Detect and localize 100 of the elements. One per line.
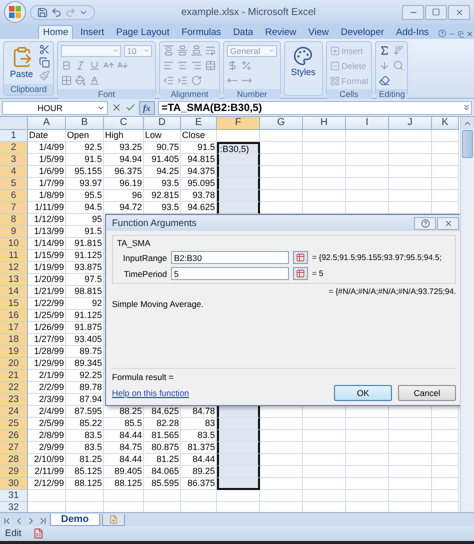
close-button[interactable]	[448, 4, 470, 20]
align-center-icon[interactable]	[177, 60, 188, 71]
sum-icon[interactable]	[379, 45, 390, 56]
row-header[interactable]: 21	[0, 370, 28, 382]
wrap-text-icon[interactable]	[205, 45, 216, 56]
formula-field[interactable]: =TA_SMA(B2:B30,5)	[158, 100, 472, 114]
row-header[interactable]: 8	[0, 214, 28, 226]
row-header[interactable]: 19	[0, 346, 28, 358]
row-header[interactable]: 9	[0, 226, 28, 238]
row-header[interactable]: 24	[0, 406, 28, 418]
decrease-decimal-icon[interactable]	[241, 75, 252, 86]
row-header[interactable]: 18	[0, 334, 28, 346]
italic-icon[interactable]	[75, 60, 86, 71]
argument-field[interactable]: 5	[171, 267, 289, 280]
dialog-button[interactable]: Cancel	[398, 385, 456, 401]
ribbon-tab[interactable]: Developer	[336, 25, 390, 39]
row-header[interactable]: 13	[0, 274, 28, 286]
column-header[interactable]: C	[104, 117, 144, 130]
row-header[interactable]: 1	[0, 130, 28, 142]
insert-function-button[interactable]: fx	[139, 100, 154, 114]
row-header[interactable]: 30	[0, 478, 28, 490]
percent-icon[interactable]	[241, 60, 252, 71]
row-header[interactable]: 32	[0, 502, 28, 512]
ribbon-tab[interactable]: Page Layout	[111, 25, 174, 39]
row-header[interactable]: 29	[0, 466, 28, 478]
column-header[interactable]: I	[346, 117, 389, 130]
minimize-button[interactable]	[402, 4, 424, 20]
name-box[interactable]: HOUR	[2, 100, 108, 114]
eraser-icon[interactable]	[379, 75, 390, 86]
row-header[interactable]: 31	[0, 490, 28, 502]
range-picker-button[interactable]	[293, 251, 308, 264]
row-header[interactable]: 26	[0, 430, 28, 442]
restore-icon[interactable]	[458, 30, 464, 39]
row-header[interactable]: 27	[0, 442, 28, 454]
maximize-button[interactable]	[425, 4, 447, 20]
row-header[interactable]: 16	[0, 310, 28, 322]
row-header[interactable]: 6	[0, 190, 28, 202]
enter-icon[interactable]	[125, 102, 136, 113]
row-header[interactable]: 3	[0, 154, 28, 166]
cut-icon[interactable]	[39, 44, 50, 55]
align-middle-icon[interactable]	[177, 45, 188, 56]
column-header[interactable]: D	[144, 117, 181, 130]
underline-icon[interactable]	[89, 60, 100, 71]
help-link[interactable]: Help on this function	[112, 388, 328, 398]
search-icon[interactable]	[393, 60, 404, 71]
sheet-tab[interactable]: Demo	[50, 514, 100, 526]
row-header[interactable]: 11	[0, 250, 28, 262]
column-header[interactable]: B	[66, 117, 104, 130]
row-header[interactable]: 20	[0, 358, 28, 370]
ribbon-tab[interactable]: Formulas	[176, 25, 226, 39]
align-right-icon[interactable]	[191, 60, 202, 71]
row-header[interactable]: 5	[0, 178, 28, 190]
align-bottom-icon[interactable]	[191, 45, 202, 56]
outdent-icon[interactable]	[163, 75, 174, 86]
fill-icon[interactable]	[379, 60, 390, 71]
row-header[interactable]: 2	[0, 142, 28, 154]
column-header[interactable]: H	[303, 117, 346, 130]
insert-sheet-tab[interactable]	[102, 514, 125, 526]
row-header[interactable]: 10	[0, 238, 28, 250]
align-top-icon[interactable]	[163, 45, 174, 56]
column-header[interactable]: J	[389, 117, 432, 130]
row-header[interactable]: 22	[0, 382, 28, 394]
dialog-button[interactable]: OK	[334, 385, 392, 401]
orientation-icon[interactable]	[191, 75, 202, 86]
scroll-thumb[interactable]	[462, 130, 473, 158]
border-icon[interactable]	[61, 75, 72, 86]
row-header[interactable]: 7	[0, 202, 28, 214]
argument-field[interactable]: B2:B30	[171, 251, 289, 264]
increase-decimal-icon[interactable]	[227, 75, 238, 86]
row-header[interactable]: 15	[0, 298, 28, 310]
ribbon-tab[interactable]: Review	[260, 25, 302, 39]
styles-button[interactable]: Styles	[288, 44, 319, 79]
help-icon[interactable]	[438, 28, 446, 39]
row-header[interactable]: 17	[0, 322, 28, 334]
shrink-font-icon[interactable]	[117, 60, 128, 71]
column-header[interactable]: F	[217, 117, 260, 130]
range-picker-button[interactable]	[293, 267, 308, 280]
row-header[interactable]: 25	[0, 418, 28, 430]
paste-button[interactable]: Paste	[7, 44, 36, 81]
first-sheet-icon[interactable]	[2, 516, 12, 526]
close-icon[interactable]	[466, 29, 474, 39]
bold-icon[interactable]	[61, 60, 72, 71]
indent-icon[interactable]	[177, 75, 188, 86]
help-button[interactable]	[414, 216, 436, 230]
column-header[interactable]: K	[432, 117, 459, 130]
row-header[interactable]: 23	[0, 394, 28, 406]
merge-icon[interactable]	[205, 60, 216, 71]
row-header[interactable]: 4	[0, 166, 28, 178]
ribbon-tab[interactable]: Add-Ins	[391, 25, 434, 39]
ribbon-tab[interactable]: Home	[38, 25, 74, 39]
currency-icon[interactable]	[227, 60, 238, 71]
row-header[interactable]: 28	[0, 454, 28, 466]
column-header[interactable]: E	[181, 117, 217, 130]
fill-color-icon[interactable]	[75, 75, 86, 86]
undo-icon[interactable]	[51, 6, 62, 18]
row-header[interactable]: 12	[0, 262, 28, 274]
ribbon-tab[interactable]: View	[303, 25, 334, 39]
column-header[interactable]: A	[28, 117, 66, 130]
font-name-field[interactable]	[61, 44, 122, 56]
copy-icon[interactable]	[39, 57, 50, 68]
